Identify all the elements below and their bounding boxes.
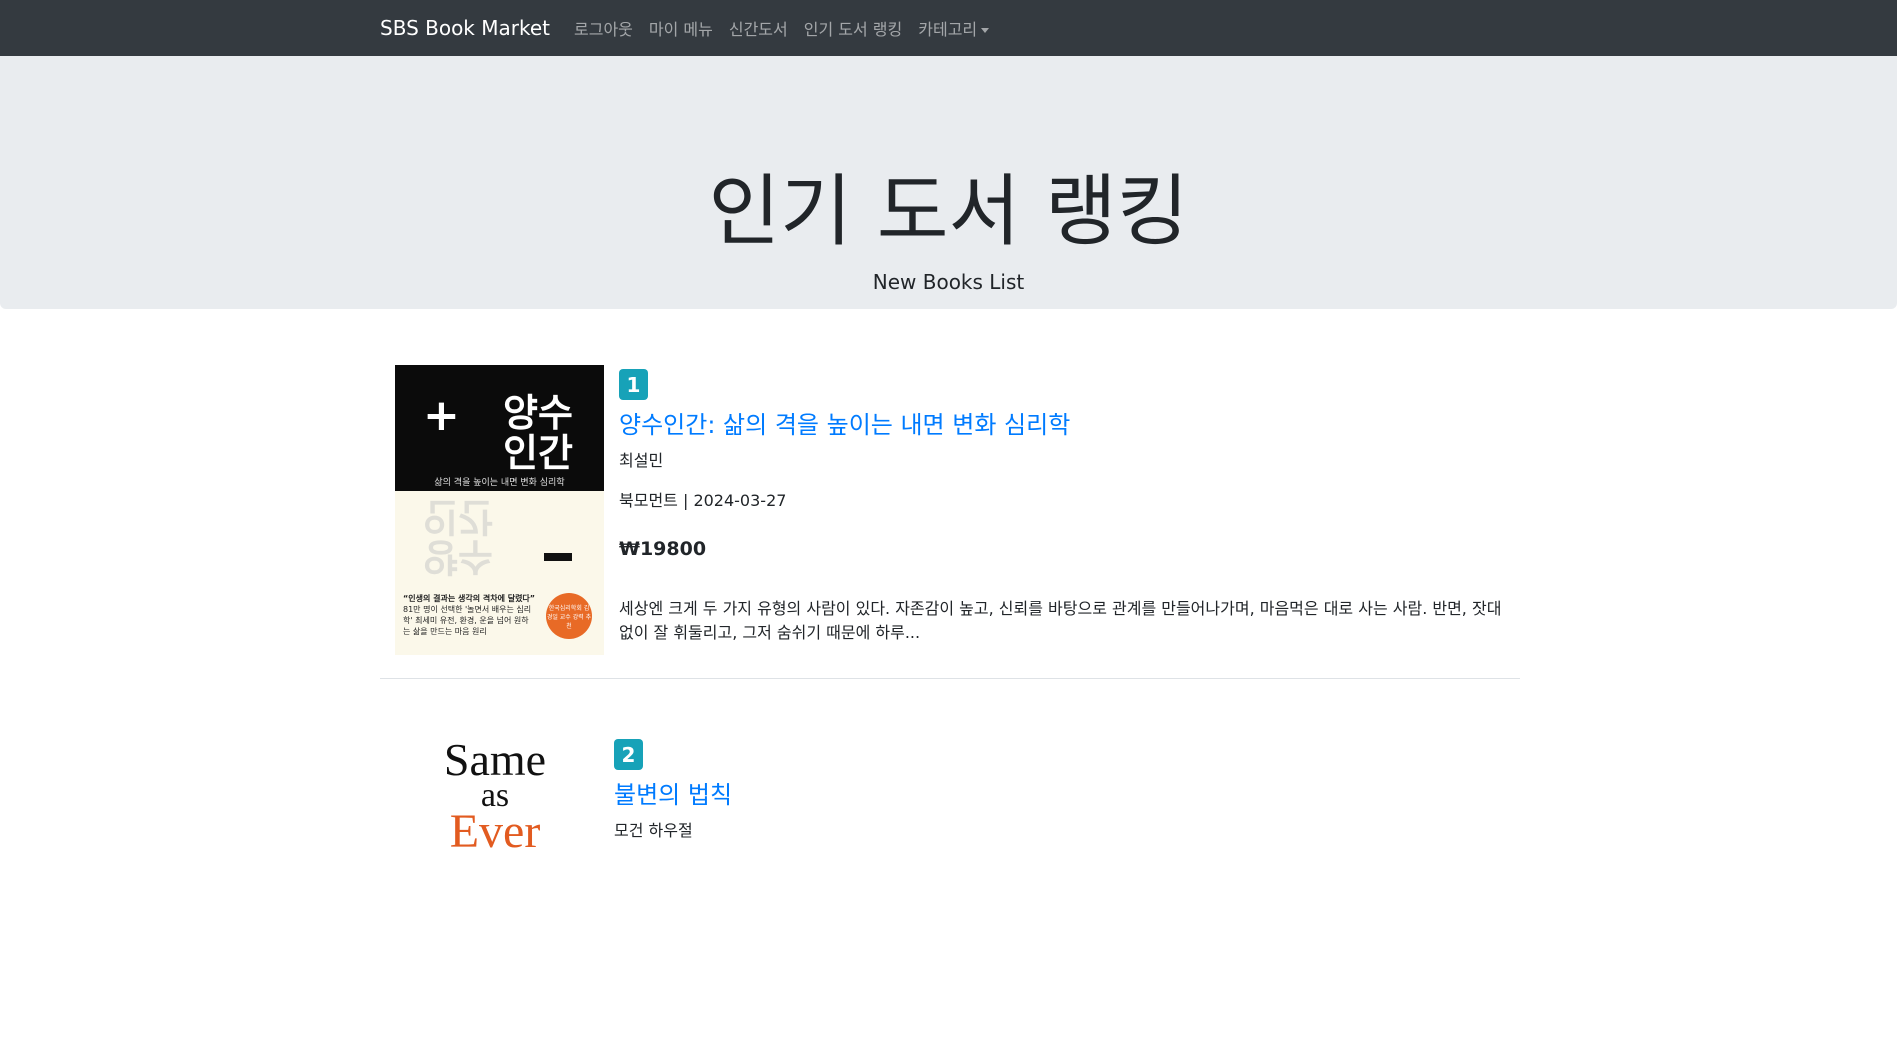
book-title-link[interactable]: 불변의 법칙 xyxy=(614,775,732,810)
cover-title-line: 인간 xyxy=(423,495,493,539)
navbar-inner: SBS Book Market 로그아웃 마이 메뉴 신간도서 인기 도서 랭킹… xyxy=(380,16,1520,40)
cover-title-line: Ever xyxy=(449,805,541,858)
book-description: 세상엔 크게 두 가지 유형의 사람이 있다. 자존감이 높고, 신뢰를 바탕으… xyxy=(619,599,1502,642)
page-subtitle: New Books List xyxy=(872,270,1025,294)
cover-title-line: 인간 xyxy=(503,431,573,475)
brand-link[interactable]: SBS Book Market xyxy=(380,16,550,40)
cover-title: 양수 인간 xyxy=(503,393,573,473)
cover-plus-mark: + xyxy=(423,390,460,441)
nav-category-dropdown[interactable]: 카테고리 xyxy=(918,16,990,40)
book-title-link[interactable]: 양수인간: 삶의 격을 높이는 내면 변화 심리학 xyxy=(619,405,1070,440)
nav-my-menu[interactable]: 마이 메뉴 xyxy=(649,16,713,40)
rank-badge: 1 xyxy=(619,369,648,400)
nav-category-label: 카테고리 xyxy=(918,20,978,39)
book-cover-image[interactable]: + 양수 인간 삶의 격을 높이는 내면 변화 심리학 양수 인간 “인생의 결과는… xyxy=(395,365,604,655)
book-author: 최설민 xyxy=(619,451,664,470)
book-publisher-date: 북모먼트 | 2024-03-27 xyxy=(619,491,787,510)
nav-logout[interactable]: 로그아웃 xyxy=(574,16,633,40)
book-list: + 양수 인간 삶의 격을 높이는 내면 변화 심리학 양수 인간 “인생의 결과는… xyxy=(380,309,1520,1049)
cover-quote-main: “인생의 결과는 생각의 격차에 달렸다” xyxy=(403,594,536,603)
book-price: ₩19800 xyxy=(619,538,707,560)
navbar: SBS Book Market 로그아웃 마이 메뉴 신간도서 인기 도서 랭킹… xyxy=(0,0,1897,56)
cover-mirrored-title: 양수 인간 xyxy=(423,495,493,579)
cover-bar xyxy=(544,553,572,561)
cover-seal-badge: 한국심리학회 김경일 교수 강력 추천 xyxy=(546,593,592,639)
page-title: 인기 도서 랭킹 xyxy=(708,167,1189,257)
cover-title-line: 양수 xyxy=(503,391,573,435)
cover-quote-sub: 81만 명이 선택한 '놀면서 배우는 심리학' 최세미 유전, 환경, 운을 … xyxy=(403,605,532,636)
cover-title-line: 양수 xyxy=(423,535,493,579)
book-cover-image[interactable]: Same as Ever xyxy=(415,739,575,869)
nav-popular-ranking[interactable]: 인기 도서 랭킹 xyxy=(804,16,903,40)
nav-new-books[interactable]: 신간도서 xyxy=(729,16,788,40)
cover-title-line: Same xyxy=(443,739,547,785)
chevron-down-icon xyxy=(981,28,990,33)
book-item: Same as Ever 2 불변의 법칙 모건 하우절 xyxy=(380,679,1520,1049)
rank-badge: 2 xyxy=(614,739,643,770)
cover-subtitle: 삶의 격을 높이는 내면 변화 심리학 xyxy=(434,478,565,488)
book-author: 모건 하우절 xyxy=(614,821,693,840)
jumbotron: 인기 도서 랭킹 New Books List xyxy=(0,56,1897,309)
book-item: + 양수 인간 삶의 격을 높이는 내면 변화 심리학 양수 인간 “인생의 결과는… xyxy=(380,309,1520,679)
